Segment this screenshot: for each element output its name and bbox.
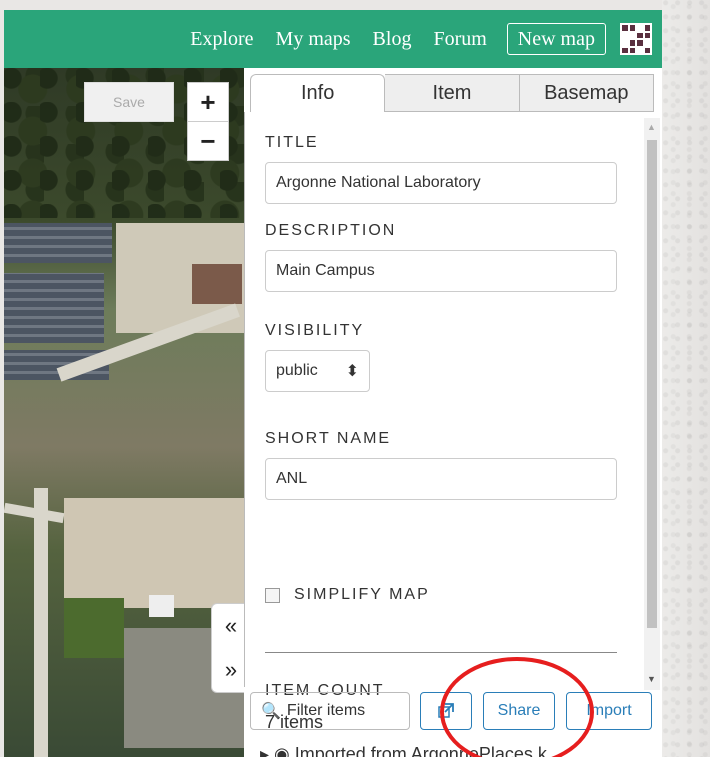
expand-right-icon[interactable]: » (225, 657, 237, 683)
save-button[interactable]: Save (84, 82, 174, 122)
short-name-label: SHORT NAME (265, 430, 392, 447)
map-grass (64, 598, 124, 658)
panel-tabs: Info Item Basemap (250, 74, 654, 112)
annotation-circle (440, 657, 594, 757)
visibility-value: public (276, 362, 318, 379)
title-input[interactable]: Argonne National Laboratory (265, 162, 617, 204)
scroll-up-icon[interactable]: ▲ (647, 122, 656, 132)
map-building (149, 595, 174, 617)
nav-forum[interactable]: Forum (433, 28, 486, 51)
new-map-button[interactable]: New map (506, 23, 606, 55)
tab-info[interactable]: Info (250, 74, 386, 112)
select-arrows-icon: ⬍ (345, 363, 359, 380)
visibility-label: VISIBILITY (265, 322, 365, 339)
map-parking-lot (4, 273, 104, 343)
map-road (34, 488, 48, 757)
zoom-out-button[interactable]: − (188, 121, 228, 160)
zoom-in-button[interactable]: + (188, 83, 228, 121)
description-input[interactable]: Main Campus (265, 250, 617, 292)
map-parking-lot (4, 223, 112, 263)
map-view[interactable] (4, 68, 244, 757)
panel-scrollbar[interactable]: ▲ ▼ (644, 118, 660, 690)
nav-my-maps[interactable]: My maps (276, 28, 351, 51)
collapse-left-icon[interactable]: « (225, 613, 237, 639)
tab-item[interactable]: Item (385, 74, 520, 112)
simplify-map-label: SIMPLIFY MAP (294, 586, 430, 603)
info-form: TITLE Argonne National Laboratory DESCRI… (244, 112, 648, 732)
avatar[interactable] (620, 23, 652, 55)
zoom-control: + − (187, 82, 229, 161)
scroll-down-icon[interactable]: ▼ (647, 674, 656, 684)
page-background (662, 0, 710, 757)
simplify-map-checkbox[interactable] (265, 587, 280, 603)
top-nav-bar: Explore My maps Blog Forum New map (4, 10, 662, 68)
app-frame: Explore My maps Blog Forum New map Save … (4, 10, 662, 757)
nav-explore[interactable]: Explore (190, 28, 253, 51)
tab-basemap[interactable]: Basemap (519, 74, 654, 112)
short-name-input[interactable]: ANL (265, 458, 617, 500)
nav-blog[interactable]: Blog (373, 28, 412, 51)
map-sand-area (64, 498, 244, 608)
filter-items-input[interactable]: 🔍 Filter items (250, 692, 410, 730)
title-label: TITLE (265, 134, 319, 151)
map-building (192, 264, 242, 304)
filter-placeholder: Filter items (286, 702, 366, 719)
search-icon: 🔍 (261, 703, 281, 720)
visibility-select[interactable]: public ⬍ (265, 350, 370, 392)
divider (265, 652, 617, 653)
scroll-thumb[interactable] (647, 140, 657, 628)
side-panel: Info Item Basemap TITLE Argonne National… (244, 68, 662, 757)
simplify-map-row: SIMPLIFY MAP (265, 586, 430, 604)
description-label: DESCRIPTION (265, 222, 397, 239)
